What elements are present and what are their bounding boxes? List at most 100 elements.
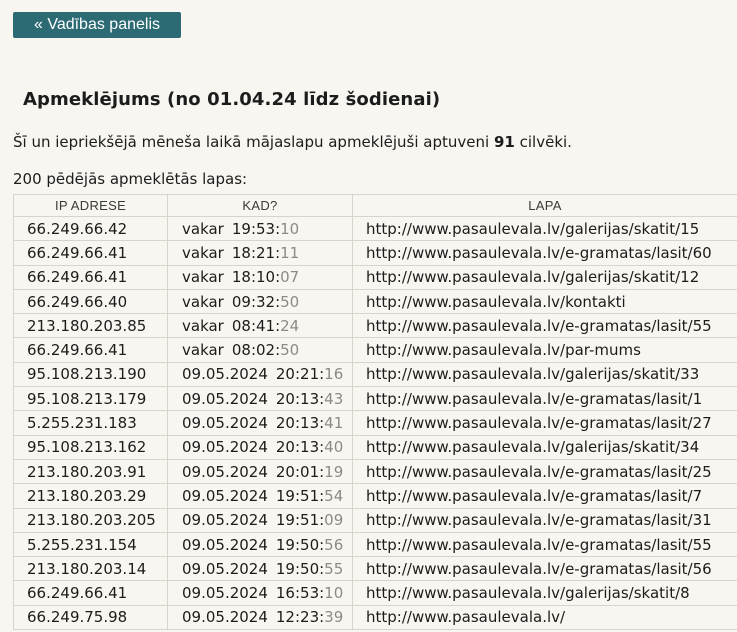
visit-day: vakar bbox=[182, 316, 224, 335]
visit-time-cell: 09.05.2024 16:53:10 bbox=[167, 580, 353, 606]
table-row: 5.255.231.154 09.05.2024 19:50:56 http://ww… bbox=[13, 531, 737, 558]
table-row: 66.249.66.41 vakar 18:10:07 http://www.pasa… bbox=[13, 264, 737, 290]
visit-day: 09.05.2024 bbox=[182, 365, 268, 384]
visit-time-cell: 09.05.2024 19:51:54 bbox=[167, 483, 353, 509]
visit-time-cell: vakar 09:32:50 bbox=[167, 288, 353, 315]
visit-time-cell: vakar 19:53:10 bbox=[167, 215, 353, 242]
table-row: 95.108.213.179 09.05.2024 20:13:43 http://w… bbox=[13, 386, 737, 412]
ip-address-cell: 95.108.213.162 bbox=[13, 434, 168, 460]
visit-seconds: 54 bbox=[324, 486, 344, 505]
visit-seconds: 56 bbox=[324, 535, 344, 554]
visit-seconds: 10 bbox=[280, 219, 300, 238]
visit-time-cell: 09.05.2024 12:23:39 bbox=[167, 604, 353, 631]
visit-seconds: 40 bbox=[324, 438, 344, 457]
visit-day: 09.05.2024 bbox=[182, 584, 268, 603]
visit-day: 09.05.2024 bbox=[182, 511, 268, 530]
recent-pages-label: 200 pēdējās apmeklētās lapas: bbox=[13, 170, 248, 188]
ip-address-cell: 5.255.231.183 bbox=[13, 410, 168, 436]
visit-time: 20:01: bbox=[275, 462, 325, 481]
ip-address-cell: 95.108.213.190 bbox=[13, 361, 168, 388]
visited-page-cell: http://www.pasaulevala.lv/galerijas/skat… bbox=[352, 580, 737, 606]
visit-time: 20:13: bbox=[275, 414, 325, 433]
visit-seconds: 24 bbox=[280, 316, 300, 335]
visit-day: 09.05.2024 bbox=[182, 389, 268, 408]
ip-address-cell: 213.180.203.29 bbox=[13, 483, 168, 509]
table-row: 5.255.231.183 09.05.2024 20:13:41 http://ww… bbox=[13, 410, 737, 436]
visit-time: 09:32: bbox=[231, 292, 281, 311]
visit-time: 19:50: bbox=[275, 559, 325, 578]
table-row: 213.180.203.205 09.05.2024 19:51:09 http://… bbox=[13, 507, 737, 533]
visited-page-cell: http://www.pasaulevala.lv/galerijas/skat… bbox=[352, 264, 737, 290]
table-row: 66.249.66.41 09.05.2024 16:53:10 http://www… bbox=[13, 580, 737, 606]
visited-page-cell: http://www.pasaulevala.lv/e-gramatas/las… bbox=[352, 458, 737, 485]
visit-seconds: 41 bbox=[324, 414, 344, 433]
ip-address-cell: 66.249.66.41 bbox=[13, 264, 168, 290]
visit-time-cell: vakar 18:10:07 bbox=[167, 264, 353, 290]
visit-time-cell: 09.05.2024 20:13:40 bbox=[167, 434, 353, 460]
visit-seconds: 50 bbox=[280, 341, 300, 360]
page-title: Apmeklējums (no 01.04.24 līdz šodienai) bbox=[23, 89, 441, 110]
table-row: 95.108.213.190 09.05.2024 20:21:16 http://w… bbox=[13, 361, 737, 388]
visit-seconds: 50 bbox=[280, 292, 300, 311]
visit-day: 09.05.2024 bbox=[182, 608, 268, 627]
column-header-page: LAPA bbox=[352, 194, 737, 217]
visit-seconds: 55 bbox=[324, 559, 344, 578]
ip-address-cell: 213.180.203.85 bbox=[13, 313, 168, 339]
visit-time: 08:02: bbox=[231, 341, 281, 360]
visit-seconds: 16 bbox=[324, 365, 344, 384]
visit-time: 18:21: bbox=[231, 243, 281, 262]
back-to-dashboard-button[interactable]: « Vadības panelis bbox=[13, 12, 181, 38]
visit-time: 08:41: bbox=[231, 316, 281, 335]
visited-page-cell: http://www.pasaulevala.lv/e-gramatas/las… bbox=[352, 240, 737, 266]
visitor-count: 91 bbox=[493, 133, 515, 151]
visit-day: 09.05.2024 bbox=[182, 535, 268, 554]
ip-address-cell: 66.249.66.41 bbox=[13, 337, 168, 363]
column-header-when: KAD? bbox=[167, 194, 353, 217]
ip-address-cell: 213.180.203.14 bbox=[13, 556, 168, 582]
ip-address-cell: 66.249.66.42 bbox=[13, 215, 168, 242]
table-row: 213.180.203.29 09.05.2024 19:51:54 http://w… bbox=[13, 483, 737, 509]
visit-day: 09.05.2024 bbox=[182, 486, 268, 505]
ip-address-cell: 95.108.213.179 bbox=[13, 386, 168, 412]
visited-page-cell: http://www.pasaulevala.lv/e-gramatas/las… bbox=[352, 483, 737, 509]
table-row: 66.249.66.40 vakar 09:32:50 http://www.pasa… bbox=[13, 288, 737, 315]
visit-day: 09.05.2024 bbox=[182, 462, 268, 481]
table-row: 213.180.203.14 09.05.2024 19:50:55 http://w… bbox=[13, 556, 737, 582]
visited-page-cell: http://www.pasaulevala.lv/galerijas/skat… bbox=[352, 361, 737, 388]
visit-time-cell: 09.05.2024 20:01:19 bbox=[167, 458, 353, 485]
ip-address-cell: 5.255.231.154 bbox=[13, 531, 168, 558]
visited-page-cell: http://www.pasaulevala.lv/ bbox=[352, 604, 737, 631]
visit-day: vakar bbox=[182, 243, 224, 262]
visit-time-cell: 09.05.2024 20:13:41 bbox=[167, 410, 353, 436]
table-row: 66.249.75.98 09.05.2024 12:23:39 http://www… bbox=[13, 604, 737, 631]
visits-table: IP ADRESE KAD? LAPA 66.249.66.42 vakar 19:… bbox=[13, 194, 737, 631]
visit-time-cell: 09.05.2024 19:51:09 bbox=[167, 507, 353, 533]
ip-address-cell: 213.180.203.205 bbox=[13, 507, 168, 533]
visited-page-cell: http://www.pasaulevala.lv/galerijas/skat… bbox=[352, 215, 737, 242]
visit-day: 09.05.2024 bbox=[182, 559, 268, 578]
visit-seconds: 43 bbox=[324, 389, 344, 408]
visit-seconds: 09 bbox=[324, 511, 344, 530]
visit-time-cell: vakar 08:41:24 bbox=[167, 313, 353, 339]
visit-time-cell: 09.05.2024 20:13:43 bbox=[167, 386, 353, 412]
table-row: 213.180.203.85 vakar 08:41:24 http://www.pa… bbox=[13, 313, 737, 339]
visited-page-cell: http://www.pasaulevala.lv/e-gramatas/las… bbox=[352, 531, 737, 558]
column-header-ip: IP ADRESE bbox=[13, 194, 168, 217]
visit-seconds: 19 bbox=[324, 462, 344, 481]
table-header-row: IP ADRESE KAD? LAPA bbox=[13, 194, 737, 217]
visited-page-cell: http://www.pasaulevala.lv/e-gramatas/las… bbox=[352, 386, 737, 412]
visit-day: 09.05.2024 bbox=[182, 414, 268, 433]
visit-time-cell: 09.05.2024 20:21:16 bbox=[167, 361, 353, 388]
ip-address-cell: 66.249.66.41 bbox=[13, 580, 168, 606]
visit-time: 20:13: bbox=[275, 438, 325, 457]
visits-table-body: 66.249.66.42 vakar 19:53:10 http://www.pasa… bbox=[13, 215, 737, 631]
visit-day: vakar bbox=[182, 292, 224, 311]
ip-address-cell: 66.249.75.98 bbox=[13, 604, 168, 631]
table-row: 66.249.66.41 vakar 08:02:50 http://www.pasa… bbox=[13, 337, 737, 363]
summary-suffix: cilvēki. bbox=[519, 133, 572, 151]
visit-day: vakar bbox=[182, 341, 224, 360]
visit-time: 19:50: bbox=[275, 535, 325, 554]
visit-time: 18:10: bbox=[231, 268, 281, 287]
visit-seconds: 11 bbox=[280, 243, 300, 262]
visited-page-cell: http://www.pasaulevala.lv/par-mums bbox=[352, 337, 737, 363]
